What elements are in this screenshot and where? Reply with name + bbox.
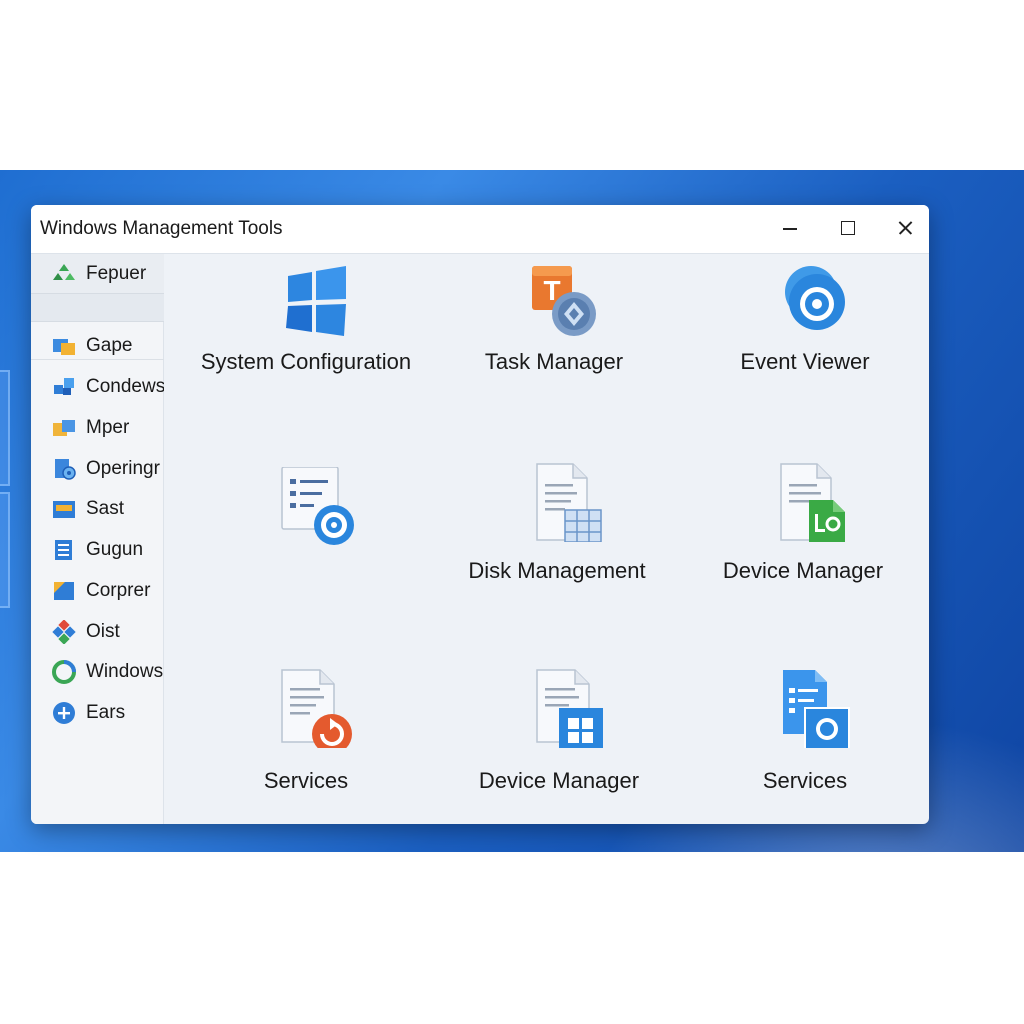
window-icon <box>54 582 74 600</box>
sidebar-item-windows[interactable]: Windows <box>31 652 164 692</box>
sidebar-item-label: Fepuer <box>86 263 147 284</box>
tile-services-2[interactable]: Services <box>680 668 929 824</box>
tile-device-manager[interactable]: Device Manager <box>678 462 928 622</box>
sidebar-item-gape[interactable]: Gape <box>31 326 164 366</box>
folder-yellow-icon <box>53 420 75 436</box>
document-green-icon <box>780 463 845 542</box>
task-manager-icon: T <box>532 266 596 336</box>
sidebar-divider <box>31 294 164 322</box>
sidebar-item-gugun[interactable]: Gugun <box>31 530 164 570</box>
tile-event-viewer[interactable]: Event Viewer <box>680 262 929 422</box>
sidebar-item-label: Sast <box>86 498 125 519</box>
tile-list-tool[interactable] <box>181 467 431 627</box>
plus-circle-icon <box>53 702 75 724</box>
tile-label: Disk Management <box>468 558 646 583</box>
green-cluster-icon <box>53 264 75 280</box>
sidebar-item-sast[interactable]: Sast <box>31 489 164 529</box>
tile-label: Device Manager <box>478 768 640 793</box>
tile-system-configuration[interactable]: System Configuration <box>181 262 431 422</box>
document-gear-icon <box>55 459 76 480</box>
panel-icon <box>53 501 75 518</box>
tile-disk-management[interactable]: Disk Management <box>432 462 682 622</box>
sidebar-item-label: Operingr <box>86 458 160 479</box>
refresh-circle-icon <box>52 660 76 684</box>
sidebar-item-label: Gugun <box>86 539 144 560</box>
management-tools-window: Windows Management Tools Fepuer Gape Con… <box>31 205 929 824</box>
sidebar: Fepuer Gape Condews Mper Operingr Sast G… <box>31 254 164 824</box>
title-bar[interactable]: Windows Management Tools <box>31 205 929 254</box>
list-gear-icon <box>281 467 354 545</box>
sidebar-item-label: Gape <box>86 335 133 356</box>
desktop-glow <box>0 492 10 608</box>
sidebar-item-label: Windows <box>86 661 164 682</box>
tile-services[interactable]: Services <box>181 668 431 824</box>
sidebar-item-operingr[interactable]: Operingr <box>31 449 164 489</box>
tile-label: Services <box>762 768 848 793</box>
sidebar-item-label: Corprer <box>86 580 151 601</box>
sidebar-item-corprer[interactable]: Corprer <box>31 571 164 611</box>
sidebar-item-mper[interactable]: Mper <box>31 408 164 448</box>
blue-document-gear-icon <box>783 670 850 748</box>
tile-label: Device Manager <box>722 558 884 583</box>
screen: Windows Management Tools Fepuer Gape Con… <box>0 0 1024 1024</box>
diamond-grid-icon <box>52 620 76 644</box>
sidebar-item-condews[interactable]: Condews <box>31 367 164 407</box>
tile-label: Event Viewer <box>740 349 870 374</box>
tile-label: Task Manager <box>484 349 624 374</box>
sidebar-item-fepuer[interactable]: Fepuer <box>31 254 164 294</box>
sidebar-item-label: Ears <box>86 702 126 723</box>
document-grid-icon <box>536 463 602 542</box>
close-button[interactable] <box>886 213 924 243</box>
tile-device-manager-2[interactable]: Device Manager <box>434 668 684 824</box>
event-viewer-icon <box>785 266 845 330</box>
sidebar-item-oist[interactable]: Oist <box>31 612 164 652</box>
desktop-glow <box>0 370 10 486</box>
sidebar-item-label: Oist <box>86 621 120 642</box>
windows-logo-icon <box>286 266 346 336</box>
sidebar-item-label: Condews <box>86 376 164 397</box>
window-title: Windows Management Tools <box>40 218 283 239</box>
document-windows-icon <box>536 669 603 748</box>
tile-task-manager[interactable]: T Task Manager <box>429 262 679 422</box>
document-refresh-icon <box>281 669 352 748</box>
maximize-button[interactable] <box>828 213 866 243</box>
sidebar-item-ears[interactable]: Ears <box>31 693 164 733</box>
minimize-button[interactable] <box>771 213 809 243</box>
tile-label: Services <box>263 768 349 793</box>
tile-label: System Configuration <box>200 349 412 374</box>
folder-blue-icon <box>53 339 75 355</box>
list-icon <box>55 540 72 560</box>
network-icon <box>54 378 74 395</box>
sidebar-item-label: Mper <box>86 417 130 438</box>
sidebar-separator <box>31 359 164 360</box>
